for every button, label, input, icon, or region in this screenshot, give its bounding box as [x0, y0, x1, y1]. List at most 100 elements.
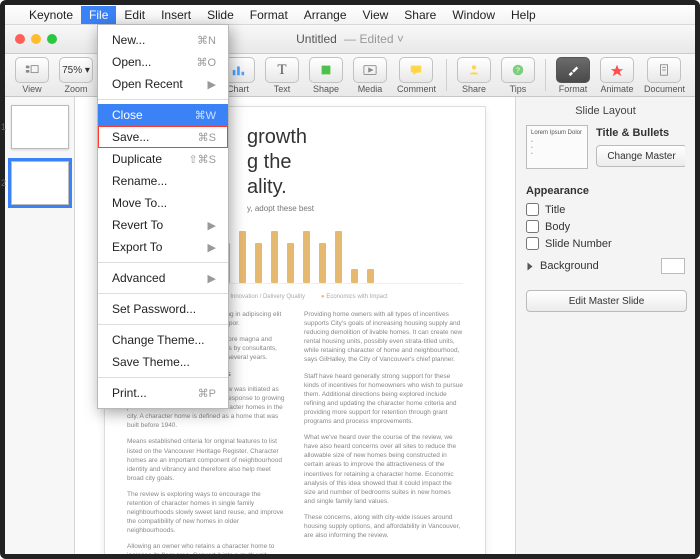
document-name: Untitled	[296, 32, 337, 46]
animate-button[interactable]	[600, 57, 634, 83]
shape-label: Shape	[313, 84, 339, 94]
svg-text:?: ?	[516, 68, 520, 75]
edit-master-slide-button[interactable]: Edit Master Slide	[526, 290, 687, 312]
document-icon	[657, 63, 671, 77]
menu-insert[interactable]: Insert	[153, 6, 199, 24]
media-label: Media	[358, 84, 383, 94]
menu-item-export-to[interactable]: Export To▶	[98, 236, 228, 258]
menu-item-rename[interactable]: Rename...	[98, 170, 228, 192]
menu-format[interactable]: Format	[242, 6, 296, 24]
change-master-button[interactable]: Change Master	[596, 145, 685, 167]
menu-separator	[98, 324, 228, 325]
menu-app-name[interactable]: Keynote	[21, 6, 81, 24]
menu-item-new[interactable]: New...⌘N	[98, 29, 228, 51]
view-icon	[25, 63, 39, 77]
chart-bar	[255, 243, 262, 283]
text-button[interactable]: T	[265, 57, 299, 83]
menu-arrange[interactable]: Arrange	[296, 6, 355, 24]
checkbox-body[interactable]: Body	[526, 220, 685, 233]
tips-button[interactable]: ?	[501, 57, 535, 83]
background-color-swatch[interactable]	[661, 258, 685, 274]
menu-share[interactable]: Share	[396, 6, 444, 24]
slide-number: 2	[1, 178, 6, 188]
menu-item-shortcut: ⌘W	[195, 109, 216, 122]
menu-item-revert-to[interactable]: Revert To▶	[98, 214, 228, 236]
checkbox-slide-number[interactable]: Slide Number	[526, 237, 685, 250]
inspector-title: Slide Layout	[526, 105, 685, 117]
menu-item-set-password[interactable]: Set Password...	[98, 298, 228, 320]
menu-help[interactable]: Help	[503, 6, 544, 24]
menu-file[interactable]: File	[81, 6, 116, 24]
view-label: View	[22, 84, 41, 94]
slide-thumbnail[interactable]: 1	[11, 105, 69, 149]
menu-item-shortcut: ⇧⌘S	[188, 153, 216, 166]
shape-button[interactable]	[309, 57, 343, 83]
zoom-label: Zoom	[64, 84, 87, 94]
menu-item-advanced[interactable]: Advanced▶	[98, 267, 228, 289]
chart-bar	[287, 243, 294, 283]
zoom-dropdown[interactable]: 75% ▾	[59, 57, 93, 83]
menu-slide[interactable]: Slide	[199, 6, 242, 24]
view-button[interactable]	[15, 57, 49, 83]
chart-icon	[231, 63, 245, 77]
document-title[interactable]: Untitled — Edited ˅	[296, 32, 404, 46]
shape-icon	[319, 63, 333, 77]
checkbox-input[interactable]	[526, 220, 539, 233]
menu-item-label: Set Password...	[112, 302, 196, 316]
slide-thumbnail[interactable]: 2	[11, 161, 69, 205]
comment-button[interactable]	[399, 57, 433, 83]
menu-item-close[interactable]: Close ⌘W	[98, 104, 228, 126]
chart-bar	[367, 269, 374, 283]
animate-label: Animate	[600, 84, 633, 94]
checkbox-title[interactable]: Title	[526, 203, 685, 216]
menu-item-duplicate[interactable]: Duplicate ⇧⌘S	[98, 148, 228, 170]
master-name: Title & Bullets	[596, 127, 685, 139]
share-label: Share	[462, 84, 486, 94]
comment-icon	[409, 63, 423, 77]
disclosure-triangle-icon[interactable]	[528, 262, 533, 270]
chart-bar	[239, 231, 246, 283]
fullscreen-window-icon[interactable]	[47, 34, 57, 44]
toolbar-separator	[545, 59, 546, 91]
file-menu-dropdown: New...⌘NOpen...⌘O Open Recent ▶ Close ⌘W Save…	[97, 24, 229, 409]
text-label: Text	[274, 84, 291, 94]
menu-item-move-to[interactable]: Move To...	[98, 192, 228, 214]
menu-item-label: Print...	[112, 386, 147, 400]
format-button[interactable]	[556, 57, 590, 83]
checkbox-input[interactable]	[526, 237, 539, 250]
menu-edit[interactable]: Edit	[116, 6, 153, 24]
submenu-arrow-icon: ▶	[208, 241, 216, 254]
menu-item-label: Duplicate	[112, 152, 162, 166]
menu-view[interactable]: View	[355, 6, 397, 24]
media-button[interactable]	[353, 57, 387, 83]
submenu-arrow-icon: ▶	[208, 78, 216, 91]
share-button[interactable]	[457, 57, 491, 83]
master-preview[interactable]: Lorem Ipsum Dolor •••	[526, 125, 588, 169]
menu-separator	[98, 262, 228, 263]
animate-icon	[610, 63, 624, 77]
menu-window[interactable]: Window	[444, 6, 503, 24]
chart-bar	[319, 243, 326, 283]
close-window-icon[interactable]	[15, 34, 25, 44]
checkbox-input[interactable]	[526, 203, 539, 216]
menu-item-label: Save Theme...	[112, 355, 190, 369]
menu-item-save[interactable]: Save...⌘S	[98, 126, 228, 148]
menu-item-label: Open Recent	[112, 77, 183, 91]
minimize-window-icon[interactable]	[31, 34, 41, 44]
menu-item-change-theme[interactable]: Change Theme...	[98, 329, 228, 351]
menu-item-open[interactable]: Open...⌘O	[98, 51, 228, 73]
document-button[interactable]	[647, 57, 681, 83]
menu-item-label: Close	[112, 108, 143, 122]
menu-item-label: Open...	[112, 55, 151, 69]
background-row[interactable]: Background	[526, 258, 685, 274]
menu-item-open-recent[interactable]: Open Recent ▶	[98, 73, 228, 95]
document-state: — Edited ˅	[344, 32, 404, 46]
media-icon	[363, 63, 377, 77]
menu-item-print[interactable]: Print...⌘P	[98, 382, 228, 404]
chart-bar	[351, 269, 358, 283]
chart-bar	[335, 231, 342, 283]
menu-separator	[98, 377, 228, 378]
menu-item-save-theme[interactable]: Save Theme...	[98, 351, 228, 373]
share-icon	[467, 63, 481, 77]
tips-icon: ?	[511, 63, 525, 77]
